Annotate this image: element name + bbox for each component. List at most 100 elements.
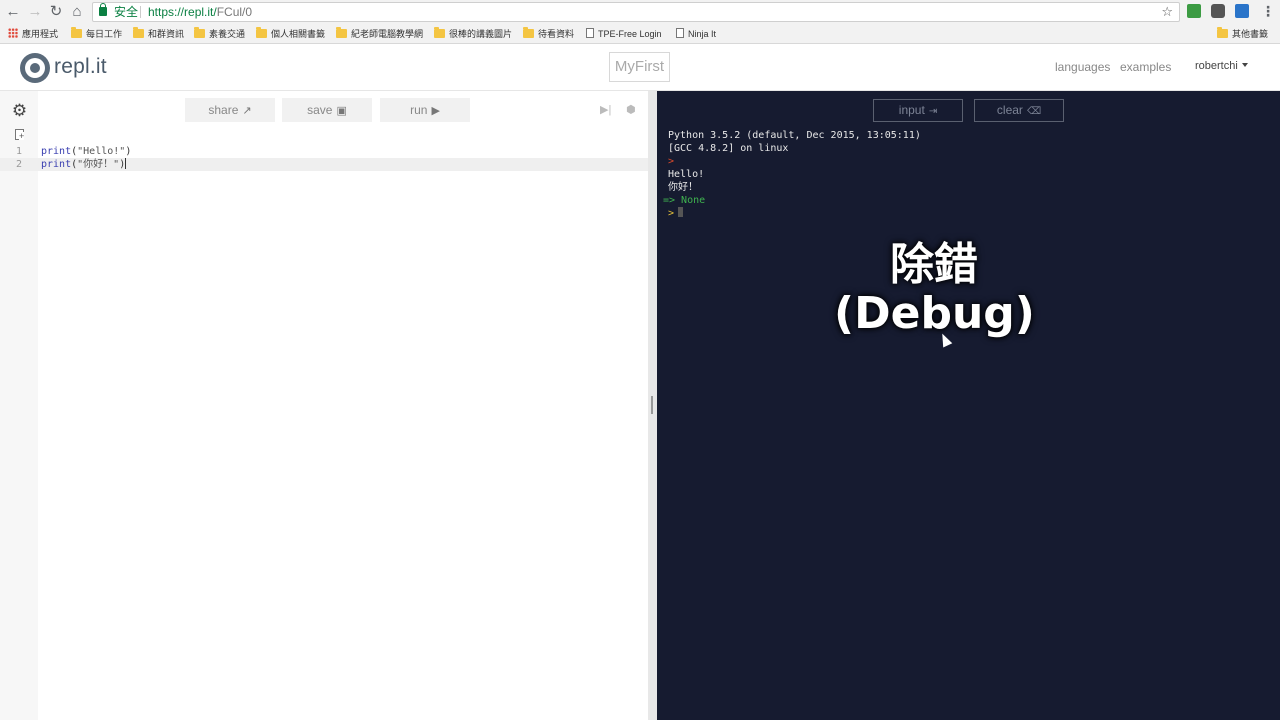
- folder-icon: [523, 27, 534, 38]
- extension-2-icon[interactable]: [1211, 4, 1225, 18]
- input-button[interactable]: input ⇥: [873, 99, 963, 122]
- languages-link[interactable]: languages: [1055, 60, 1110, 74]
- bookmark-folder[interactable]: 個人相關書籤: [256, 27, 325, 41]
- address-bar[interactable]: 安全 https://repl.it/FCul/0 ☆: [92, 2, 1180, 22]
- secure-label: 安全: [114, 5, 139, 19]
- backspace-icon: ⌫: [1026, 106, 1042, 117]
- overlay-title: 除錯: [890, 239, 978, 290]
- code-text: print("你好！"): [41, 158, 127, 171]
- console-input-line[interactable]: >: [668, 207, 684, 220]
- code-line-active[interactable]: 2 print("你好！"): [0, 158, 648, 171]
- bookmark-label: 應用程式: [22, 29, 59, 39]
- app-header: repl.it MyFirst languages examples rober…: [0, 45, 1280, 91]
- save-icon: ▣: [336, 105, 347, 117]
- run-label: run: [410, 103, 428, 117]
- share-button[interactable]: share ↗: [185, 98, 275, 122]
- editor-pane: ⚙ share↗ save▣ run▶ ▶| ⬢ 1 print("Hello!…: [0, 91, 648, 720]
- bookmark-folder[interactable]: 素養交通: [194, 27, 245, 41]
- line-gutter: [0, 91, 38, 720]
- console-banner: [GCC 4.8.2] on linux: [668, 143, 789, 154]
- page-icon: [676, 28, 684, 38]
- bookmark-folder[interactable]: 很棒的講義圖片: [434, 27, 512, 41]
- run-button[interactable]: run ▶: [380, 98, 470, 122]
- lock-icon: [99, 3, 107, 16]
- bookmark-star-icon[interactable]: ☆: [1161, 3, 1173, 21]
- omnibox-divider: [140, 6, 141, 18]
- console-cursor: [678, 207, 684, 217]
- apps-grid-icon: [8, 28, 18, 38]
- bookmark-label: 很棒的講義圖片: [449, 29, 513, 39]
- bookmark-label: TPE-Free Login: [598, 29, 662, 39]
- bookmark-folder[interactable]: 每日工作: [71, 27, 122, 41]
- clear-label: clear: [996, 103, 1023, 117]
- folder-icon: [1217, 27, 1228, 38]
- url-host: https://repl.it/: [148, 5, 217, 19]
- forward-icon[interactable]: →: [26, 3, 44, 21]
- clear-button[interactable]: clear ⌫: [974, 99, 1064, 122]
- user-menu[interactable]: robertchi: [1195, 60, 1248, 72]
- examples-link[interactable]: examples: [1120, 60, 1171, 74]
- bookmark-other[interactable]: 其他書籤: [1217, 27, 1268, 41]
- folder-icon: [336, 27, 347, 38]
- save-button[interactable]: save ▣: [282, 98, 372, 122]
- input-label: input: [898, 103, 925, 117]
- bookmark-page[interactable]: Ninja It: [676, 27, 716, 41]
- package-icon[interactable]: ⬢: [626, 103, 636, 116]
- code-string: "你好！": [77, 159, 120, 170]
- console-prompt: >: [668, 156, 675, 167]
- bookmark-folder[interactable]: 和群資訊: [133, 27, 184, 41]
- bookmark-folder[interactable]: 待看資料: [523, 27, 574, 41]
- url-text: https://repl.it/FCul/0: [148, 3, 252, 21]
- bookmarks-bar: 應用程式 每日工作 和群資訊 素養交通 個人相關書籤 紀老師電腦教學網 很棒的講…: [0, 24, 1280, 44]
- code-function: print: [41, 159, 72, 170]
- console-result: => None: [663, 195, 706, 206]
- folder-icon: [71, 27, 82, 38]
- home-icon[interactable]: ⌂: [68, 3, 86, 21]
- bookmark-page[interactable]: TPE-Free Login: [586, 27, 662, 41]
- console-output-line: Hello!: [668, 169, 705, 180]
- console-output-line: 你好！: [668, 182, 698, 193]
- username: robertchi: [1195, 60, 1238, 72]
- bookmark-label: 其他書籤: [1232, 29, 1269, 39]
- splitter-grip-icon[interactable]: [651, 396, 653, 414]
- line-number: 2: [15, 159, 22, 170]
- bookmark-label: 和群資訊: [148, 29, 185, 39]
- share-icon: ↗: [242, 105, 252, 117]
- folder-icon: [194, 27, 205, 38]
- browser-toolbar: ← → ↻ ⌂ 安全 https://repl.it/FCul/0 ☆ ⋮: [0, 0, 1280, 24]
- console-prompt: >: [668, 208, 675, 219]
- back-icon[interactable]: ←: [4, 3, 22, 21]
- settings-gear-icon[interactable]: ⚙: [11, 102, 28, 119]
- page-icon: [586, 28, 594, 38]
- code-line[interactable]: 1 print("Hello!"): [0, 145, 648, 158]
- bookmark-label: 每日工作: [86, 29, 123, 39]
- caret-down-icon: [1241, 63, 1248, 67]
- bookmark-label: Ninja It: [688, 29, 717, 39]
- browser-menu-icon[interactable]: ⋮: [1261, 3, 1275, 20]
- logo-text[interactable]: repl.it: [54, 55, 107, 79]
- bookmark-label: 個人相關書籤: [271, 29, 326, 39]
- overlay-subtitle: (Debug): [834, 288, 1035, 339]
- share-label: share: [208, 103, 239, 117]
- code-paren: ): [125, 146, 132, 157]
- step-forward-icon[interactable]: ▶|: [600, 103, 611, 116]
- bookmark-folder[interactable]: 紀老師電腦教學網: [336, 27, 423, 41]
- console-pane[interactable]: input ⇥ clear ⌫ Python 3.5.2 (default, Dec…: [657, 91, 1280, 720]
- extension-3-icon[interactable]: [1235, 4, 1249, 18]
- bookmark-apps[interactable]: 應用程式: [8, 27, 58, 41]
- bookmark-label: 待看資料: [538, 29, 575, 39]
- bookmark-label: 素養交通: [209, 29, 246, 39]
- text-cursor: [125, 158, 127, 169]
- input-icon: ⇥: [928, 106, 938, 117]
- pane-splitter[interactable]: [648, 91, 657, 720]
- save-label: save: [307, 103, 333, 117]
- url-path: FCul/0: [216, 5, 253, 19]
- folder-icon: [434, 27, 445, 38]
- reload-icon[interactable]: ↻: [47, 3, 65, 21]
- replit-logo-icon[interactable]: [20, 53, 50, 83]
- line-number: 1: [15, 146, 22, 157]
- extension-1-icon[interactable]: [1187, 4, 1201, 18]
- project-name[interactable]: MyFirst: [609, 52, 670, 82]
- code-text: print("Hello!"): [41, 145, 131, 158]
- new-file-icon[interactable]: [15, 129, 25, 140]
